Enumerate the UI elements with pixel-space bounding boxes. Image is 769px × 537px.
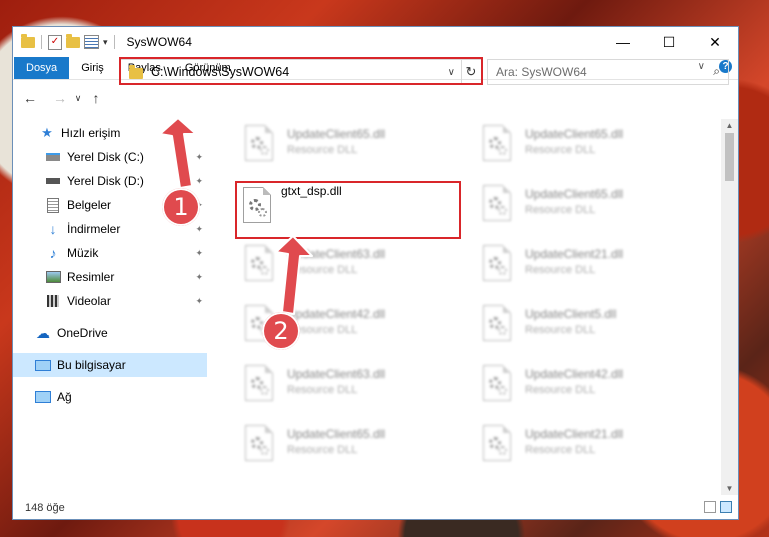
step-marker-2: 2 bbox=[262, 312, 300, 350]
arrow-2-icon bbox=[275, 235, 313, 315]
arrow-1-icon bbox=[159, 117, 197, 189]
step-marker-1: 1 bbox=[162, 188, 200, 226]
annotation-arrows bbox=[159, 117, 313, 315]
